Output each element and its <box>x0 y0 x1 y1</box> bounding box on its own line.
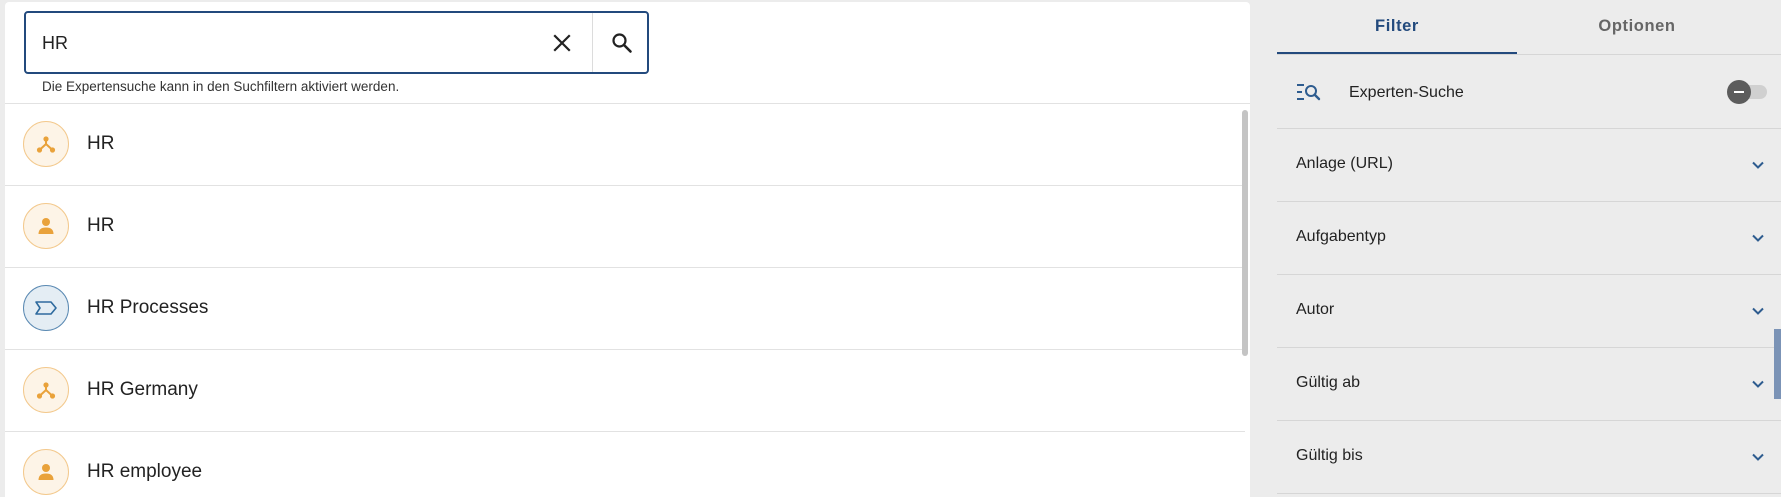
toggle-knob <box>1727 80 1751 104</box>
filter-label: Gültig bis <box>1296 447 1363 464</box>
filter-anlage-url[interactable]: Anlage (URL) <box>1277 129 1781 202</box>
tab-optionen[interactable]: Optionen <box>1517 17 1757 36</box>
expert-search-icon <box>1297 84 1321 101</box>
result-row-hr-processes[interactable]: HR Processes <box>5 268 1245 350</box>
filter-label: Anlage (URL) <box>1296 155 1393 172</box>
result-row-hr-employee[interactable]: HR employee <box>5 432 1245 497</box>
search-hint: Die Expertensuche kann in den Suchfilter… <box>42 79 400 94</box>
chevron-down-icon <box>1752 380 1764 388</box>
result-label: HR Germany <box>87 379 198 400</box>
filter-autor[interactable]: Autor <box>1277 275 1781 348</box>
search-divider <box>592 13 593 72</box>
filter-aufgabentyp[interactable]: Aufgabentyp <box>1277 202 1781 275</box>
result-label: HR Processes <box>87 297 209 318</box>
search-results-panel: HR Die Expertensuche kann in den Suchfil… <box>5 2 1250 497</box>
filter-gueltig-ab[interactable]: Gültig ab <box>1277 348 1781 421</box>
person-icon <box>38 464 54 480</box>
result-label: HR employee <box>87 461 203 482</box>
result-label: HR <box>87 133 115 154</box>
result-row-hr-germany[interactable]: HR Germany <box>5 350 1245 432</box>
result-list: HR HR HR Processes HR Germany HR employe… <box>5 104 1245 497</box>
clear-button[interactable] <box>544 25 580 61</box>
org-unit-icon <box>36 382 56 399</box>
filter-label: Autor <box>1296 301 1335 318</box>
filter-panel: Filter Optionen Experten-Suche Anlage (U… <box>1250 0 1781 497</box>
result-row-hr-person[interactable]: HR <box>5 186 1245 268</box>
process-icon <box>35 301 57 315</box>
chevron-down-icon <box>1752 453 1764 461</box>
search-button[interactable] <box>604 25 640 61</box>
person-icon <box>38 218 54 234</box>
search-input[interactable]: HR <box>42 33 68 54</box>
filter-list: Anlage (URL) Aufgabentyp Autor Gültig ab <box>1277 129 1781 494</box>
org-unit-icon <box>36 136 56 153</box>
filter-label: Gültig ab <box>1296 374 1361 391</box>
result-avatar <box>23 203 69 249</box>
result-label: HR <box>87 215 115 236</box>
divider <box>1277 54 1781 55</box>
result-avatar <box>23 285 69 331</box>
search-icon <box>612 33 632 53</box>
search-field[interactable]: HR <box>24 11 649 74</box>
chevron-down-icon <box>1752 307 1764 315</box>
result-avatar <box>23 121 69 167</box>
tab-filter[interactable]: Filter <box>1277 17 1517 36</box>
filter-label: Aufgabentyp <box>1296 228 1386 245</box>
results-scrollbar[interactable] <box>1242 110 1248 356</box>
filter-scrollbar[interactable] <box>1774 329 1781 399</box>
app-root: HR Die Expertensuche kann in den Suchfil… <box>0 0 1781 497</box>
chevron-down-icon <box>1752 234 1764 242</box>
chevron-down-icon <box>1752 161 1764 169</box>
expert-search-toggle[interactable] <box>1727 80 1769 104</box>
filter-gueltig-bis[interactable]: Gültig bis <box>1277 421 1781 494</box>
result-avatar <box>23 367 69 413</box>
result-row-hr-org[interactable]: HR <box>5 104 1245 186</box>
expert-search-label: Experten-Suche <box>1349 84 1464 101</box>
close-icon <box>553 34 571 52</box>
result-avatar <box>23 449 69 495</box>
